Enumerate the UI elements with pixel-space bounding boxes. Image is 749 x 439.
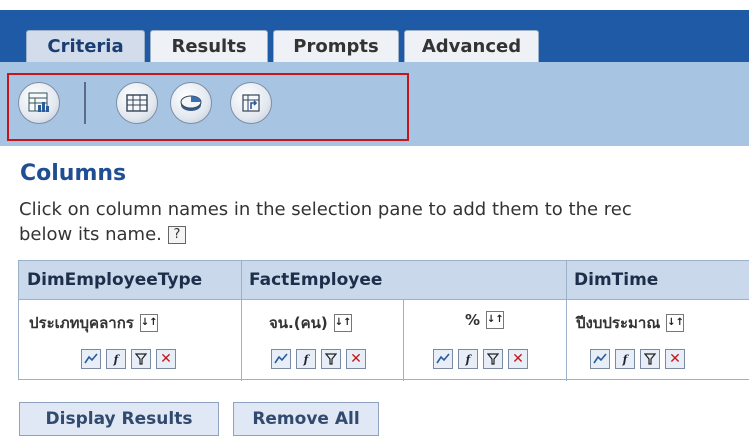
column-cell: จน.(คน) ↓↑ f ✕ bbox=[241, 299, 403, 381]
format-column-icon[interactable] bbox=[81, 349, 101, 369]
remove-all-button[interactable]: Remove All bbox=[233, 402, 379, 436]
filter-icon[interactable] bbox=[640, 349, 660, 369]
column-group-dimtime: DimTime bbox=[574, 270, 659, 290]
column-group-header-row: DimEmployeeType FactEmployee DimTime bbox=[19, 261, 749, 300]
delete-column-icon[interactable]: ✕ bbox=[508, 349, 528, 369]
column-cell: % ↓↑ f ✕ bbox=[403, 299, 566, 381]
formula-icon[interactable]: f bbox=[106, 349, 126, 369]
formula-icon[interactable]: f bbox=[615, 349, 635, 369]
column-actions: f ✕ bbox=[433, 349, 528, 369]
columns-description-line2: below its name. ? bbox=[19, 224, 186, 245]
sort-icon[interactable]: ↓↑ bbox=[139, 314, 158, 332]
display-results-button[interactable]: Display Results bbox=[19, 402, 219, 436]
column-group-dimemployeetype: DimEmployeeType bbox=[27, 270, 203, 290]
column-name-percent[interactable]: % ↓↑ bbox=[465, 311, 505, 329]
format-column-icon[interactable] bbox=[271, 349, 291, 369]
column-cell: ประเภทบุคลากร ↓↑ f ✕ bbox=[19, 299, 241, 381]
sort-icon[interactable]: ↓↑ bbox=[333, 314, 352, 332]
format-column-icon[interactable] bbox=[590, 349, 610, 369]
formula-icon[interactable]: f bbox=[296, 349, 316, 369]
column-name-count[interactable]: จน.(คน) ↓↑ bbox=[269, 311, 352, 335]
filter-icon[interactable] bbox=[131, 349, 151, 369]
tab-prompts[interactable]: Prompts bbox=[273, 30, 399, 62]
delete-column-icon[interactable]: ✕ bbox=[665, 349, 685, 369]
columns-description-text: below its name. bbox=[19, 224, 162, 245]
column-name-fiscal-year[interactable]: ปีงบประมาณ ↓↑ bbox=[576, 311, 685, 335]
columns-title: Columns bbox=[20, 161, 127, 186]
columns-description: Click on column names in the selection p… bbox=[19, 199, 632, 220]
column-name-label: จน.(คน) bbox=[269, 314, 328, 332]
column-name-label: ประเภทบุคลากร bbox=[29, 314, 134, 332]
delete-column-icon[interactable]: ✕ bbox=[156, 349, 176, 369]
delete-column-icon[interactable]: ✕ bbox=[346, 349, 366, 369]
toolbar-highlight-box bbox=[7, 73, 409, 141]
tab-results[interactable]: Results bbox=[150, 30, 268, 62]
sort-icon[interactable]: ↓↑ bbox=[666, 314, 685, 332]
format-column-icon[interactable] bbox=[433, 349, 453, 369]
top-strip bbox=[0, 0, 749, 10]
column-actions: f ✕ bbox=[81, 349, 176, 369]
filter-icon[interactable] bbox=[321, 349, 341, 369]
tab-advanced[interactable]: Advanced bbox=[404, 30, 539, 62]
column-cell: ปีงบประมาณ ↓↑ f ✕ bbox=[566, 299, 749, 381]
tab-list: Criteria Results Prompts Advanced bbox=[26, 30, 539, 62]
help-icon[interactable]: ? bbox=[167, 225, 186, 244]
column-selection-grid: DimEmployeeType FactEmployee DimTime ประ… bbox=[18, 260, 749, 381]
column-group-factemployee: FactEmployee bbox=[249, 270, 383, 290]
column-name-label: % bbox=[465, 311, 481, 329]
filter-icon[interactable] bbox=[483, 349, 503, 369]
column-name-employee-type[interactable]: ประเภทบุคลากร ↓↑ bbox=[29, 311, 158, 335]
sort-icon[interactable]: ↓↑ bbox=[486, 311, 505, 329]
column-actions: f ✕ bbox=[271, 349, 366, 369]
tab-criteria[interactable]: Criteria bbox=[26, 30, 145, 62]
column-actions: f ✕ bbox=[590, 349, 685, 369]
formula-icon[interactable]: f bbox=[458, 349, 478, 369]
column-name-label: ปีงบประมาณ bbox=[576, 314, 661, 332]
